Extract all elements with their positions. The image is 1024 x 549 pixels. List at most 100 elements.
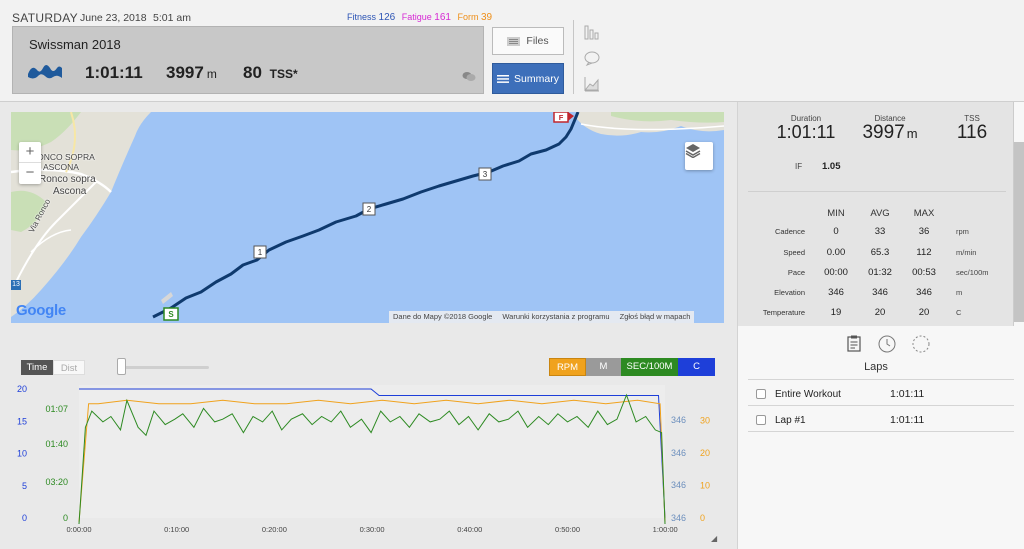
- stat-cell-max: 00:53: [912, 267, 936, 278]
- map-layers-button[interactable]: [685, 142, 713, 170]
- stat-cell-avg: 20: [874, 307, 886, 318]
- fatigue-label: Fatigue: [401, 12, 432, 22]
- stat-cell-max: 36: [918, 226, 930, 237]
- elevation-tick-label: 346: [671, 513, 686, 523]
- fitness-metrics: Fitness 126 Fatigue 161 Form 39: [347, 12, 492, 23]
- terms-link[interactable]: Warunki korzystania z programu: [502, 312, 609, 322]
- zoom-slider-track[interactable]: [117, 366, 209, 369]
- files-button[interactable]: Files: [492, 27, 564, 55]
- km-marker-3[interactable]: 3: [478, 167, 492, 181]
- route-map[interactable]: 1 2 3 S F RONCO SOPRA ASCONA Ronco sopra…: [11, 112, 724, 323]
- stat-cell-min: 00:00: [824, 267, 848, 278]
- workout-header: SATURDAY June 23, 2018 5:01 am Fitness 1…: [0, 0, 1024, 102]
- map-attribution: Dane do Mapy ©2018 Google Warunki korzys…: [389, 311, 695, 323]
- time-axis-button[interactable]: Time: [21, 360, 53, 375]
- finish-marker[interactable]: F: [553, 112, 574, 123]
- col-max-header: MAX: [913, 208, 935, 219]
- pace-tick-label-zero: 0: [63, 513, 68, 523]
- laps-heading: Laps: [864, 361, 888, 373]
- tss-value: 80: [243, 63, 262, 82]
- lap-view-tabs: [846, 335, 930, 353]
- trend-chart-icon[interactable]: [584, 76, 600, 97]
- bar-chart-icon[interactable]: [584, 24, 600, 45]
- workout-tss: 80 TSS*: [243, 63, 298, 83]
- lap-divider: [748, 405, 1014, 406]
- x-tick-label: 1:00:00: [653, 525, 678, 534]
- lap-row-entire-workout[interactable]: Entire Workout 1:01:11: [748, 382, 1014, 406]
- zoom-in-button[interactable]: +: [19, 142, 41, 163]
- lap-name: Lap #1: [775, 415, 806, 426]
- report-error-link[interactable]: Zgłoś błąd w mapach: [620, 312, 691, 322]
- lap-checkbox[interactable]: [756, 389, 766, 399]
- form-label: Form: [457, 12, 479, 22]
- clipboard-icon[interactable]: [846, 335, 862, 352]
- rpm-tick-label: 10: [700, 481, 710, 491]
- x-tick-label: 0:40:00: [457, 525, 482, 534]
- start-marker[interactable]: S: [163, 307, 179, 321]
- laps-divider: [748, 379, 1014, 380]
- workout-chart[interactable]: 0:00:00 0:10:00 0:20:00 0:30:00 0:40:00 0:50:…: [0, 381, 737, 541]
- stat-row-label: Pace: [787, 268, 805, 277]
- channel-pace-toggle[interactable]: SEC/100M: [621, 358, 678, 376]
- distance-stat-unit: m: [906, 126, 918, 141]
- workout-title[interactable]: Swissman 2018: [29, 37, 121, 52]
- google-logo: Google: [16, 302, 66, 319]
- comments-icon[interactable]: [462, 69, 476, 87]
- stat-row-label: Speed: [783, 248, 805, 257]
- channel-m-toggle[interactable]: M: [586, 358, 621, 376]
- stats-box: Duration 1:01:11 Distance 3997 m TSS 116 …: [738, 102, 1014, 326]
- km-marker-2-label: 2: [367, 205, 372, 214]
- distance-value: 3997: [166, 63, 204, 82]
- summary-button[interactable]: Summary: [492, 63, 564, 94]
- distance-axis-button[interactable]: Dist: [53, 360, 85, 375]
- km-marker-1-label: 1: [258, 248, 263, 257]
- swim-wave-icon: [27, 62, 63, 85]
- fitness-value: 126: [378, 12, 396, 23]
- clock-icon[interactable]: [878, 335, 896, 353]
- rpm-tick-label: 20: [700, 448, 710, 458]
- lap-checkbox[interactable]: [756, 415, 766, 425]
- stats-scrollbar[interactable]: [1014, 142, 1024, 322]
- chart-panel: Time Dist RPM M SEC/100M C 0:00:00 0:10:0…: [0, 331, 737, 549]
- km-marker-2[interactable]: 2: [362, 202, 376, 216]
- channel-temperature-toggle[interactable]: C: [678, 358, 715, 376]
- if-label: IF: [795, 162, 803, 171]
- pace-tick-label: 01:40: [45, 439, 68, 449]
- stat-cell-min: 346: [828, 287, 844, 298]
- map-label-ascona-caps: ASCONA: [43, 162, 79, 172]
- col-avg-header: AVG: [870, 208, 890, 219]
- dashed-circle-icon[interactable]: [912, 335, 930, 353]
- temperature-tick-label: 5: [22, 481, 27, 491]
- fatigue-value: 161: [434, 12, 451, 23]
- map-label-ronco: Ronco sopra: [39, 174, 96, 185]
- distance-unit: m: [206, 67, 217, 81]
- files-button-label: Files: [526, 35, 549, 47]
- pace-tick-label: 03:20: [45, 477, 68, 487]
- route-shield: 13: [11, 280, 21, 290]
- distance-stat: 3997 m: [845, 122, 935, 144]
- temperature-tick-label: 15: [17, 416, 27, 426]
- km-marker-1[interactable]: 1: [253, 245, 267, 259]
- lap-row-1[interactable]: Lap #1 1:01:11: [748, 408, 1014, 432]
- day-of-week: SATURDAY: [12, 11, 78, 25]
- comment-icon[interactable]: [584, 51, 600, 71]
- x-tick-label: 0:20:00: [262, 525, 287, 534]
- stat-row-label: Temperature: [762, 308, 805, 317]
- lap-divider: [748, 431, 1014, 432]
- temperature-tick-label: 0: [22, 513, 27, 523]
- stats-divider: [748, 191, 1006, 192]
- workout-summary-card: Swissman 2018 1:01:11 3997 m 80 TSS*: [12, 26, 484, 94]
- summary-button-label: Summary: [514, 72, 559, 85]
- stat-row-unit: sec/100m: [956, 268, 989, 277]
- x-tick-label: 0:00:00: [66, 525, 91, 534]
- list-icon: [497, 74, 510, 83]
- if-value: 1.05: [822, 161, 841, 172]
- distance-stat-value: 3997: [862, 122, 905, 143]
- zoom-slider-handle[interactable]: [117, 358, 126, 375]
- layers-icon: [685, 144, 701, 158]
- stat-row-unit: m: [956, 288, 963, 297]
- tss-stat-value: 116: [956, 122, 988, 143]
- resize-handle[interactable]: ◢: [711, 534, 717, 543]
- channel-rpm-toggle[interactable]: RPM: [549, 358, 586, 376]
- zoom-out-button[interactable]: −: [19, 163, 41, 184]
